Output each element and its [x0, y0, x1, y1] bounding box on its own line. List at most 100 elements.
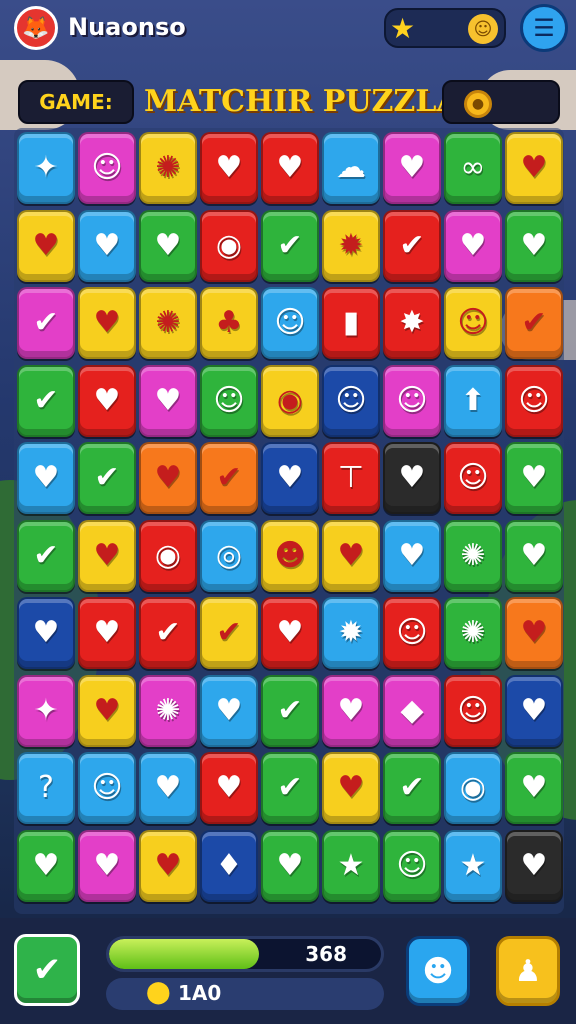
board-tile[interactable]: ♥: [505, 442, 563, 514]
board-tile[interactable]: ♥: [139, 829, 197, 902]
tile-symbol-icon: ♥: [154, 382, 182, 418]
board-tile[interactable]: ✔: [17, 287, 75, 359]
board-tile[interactable]: ♥: [505, 519, 563, 592]
board-tile[interactable]: ☺: [78, 752, 136, 824]
confirm-button[interactable]: ✔: [14, 934, 80, 1006]
board-tile[interactable]: ✔: [383, 752, 441, 824]
board-tile[interactable]: ♥: [261, 597, 319, 669]
board-tile[interactable]: ☁: [322, 132, 380, 204]
board-tile[interactable]: ✔: [17, 364, 75, 437]
board-tile[interactable]: ✔: [78, 442, 136, 514]
board-tile[interactable]: ♥: [139, 752, 197, 824]
board-tile[interactable]: ✺: [444, 597, 502, 669]
board-tile[interactable]: ♥: [78, 209, 136, 282]
board-tile[interactable]: ✔: [261, 674, 319, 747]
rewards-pill[interactable]: ★ ☺: [384, 8, 506, 48]
board-tile[interactable]: ♥: [78, 597, 136, 669]
board-tile[interactable]: ◎: [200, 519, 258, 592]
board-tile[interactable]: ♥: [139, 442, 197, 514]
board-tile[interactable]: ♥: [78, 287, 136, 359]
board-tile[interactable]: ⊤: [322, 442, 380, 514]
board-tile[interactable]: ✹: [322, 209, 380, 282]
board-tile[interactable]: ♥: [17, 442, 75, 514]
board-tile[interactable]: ✹: [322, 597, 380, 669]
board-tile[interactable]: ♥: [200, 752, 258, 824]
board-tile[interactable]: ✔: [505, 287, 563, 359]
coin-box[interactable]: ●: [442, 80, 560, 124]
board-tile[interactable]: ✔: [261, 209, 319, 282]
board-tile[interactable]: ☺: [383, 364, 441, 437]
profile-button[interactable]: ♟: [496, 936, 560, 1006]
board-tile[interactable]: ♥: [261, 829, 319, 902]
board-tile[interactable]: ☺: [505, 364, 563, 437]
board-tile[interactable]: ✔: [200, 597, 258, 669]
board-tile[interactable]: ♥: [17, 597, 75, 669]
board-tile[interactable]: ♥: [78, 364, 136, 437]
board-tile[interactable]: ✔: [261, 752, 319, 824]
board-tile[interactable]: ✸: [383, 287, 441, 359]
board-tile[interactable]: ✔: [383, 209, 441, 282]
board-tile[interactable]: ♥: [505, 752, 563, 824]
board-tile[interactable]: ☺: [322, 364, 380, 437]
board-tile[interactable]: ♥: [505, 674, 563, 747]
board-tile[interactable]: ♥: [139, 209, 197, 282]
board-tile[interactable]: ☺: [383, 597, 441, 669]
board-tile[interactable]: ♥: [322, 752, 380, 824]
board-tile[interactable]: ♥: [505, 597, 563, 669]
board-tile[interactable]: ✺: [139, 674, 197, 747]
board-tile[interactable]: ♥: [78, 829, 136, 902]
board-tile[interactable]: ✔: [17, 519, 75, 592]
board-tile[interactable]: ♥: [200, 132, 258, 204]
board-tile[interactable]: ♥: [261, 442, 319, 514]
chat-button[interactable]: ☻: [406, 936, 470, 1006]
menu-button[interactable]: ☰: [520, 4, 568, 52]
board-tile[interactable]: ✺: [139, 132, 197, 204]
tile-symbol-icon: ♥: [215, 692, 243, 728]
board-tile[interactable]: ?: [17, 752, 75, 824]
board-tile[interactable]: ☺: [200, 364, 258, 437]
board-tile[interactable]: ☺: [78, 132, 136, 204]
board-tile[interactable]: ♥: [322, 519, 380, 592]
board-tile[interactable]: ♣: [200, 287, 258, 359]
board-tile[interactable]: ♥: [17, 209, 75, 282]
board-tile[interactable]: ☺: [444, 674, 502, 747]
board-tile[interactable]: ♥: [78, 674, 136, 747]
board-tile[interactable]: ◉: [261, 364, 319, 437]
board-tile[interactable]: ✔: [139, 597, 197, 669]
board-tile[interactable]: ✺: [444, 519, 502, 592]
board-tile[interactable]: ♥: [200, 674, 258, 747]
board-tile[interactable]: ◉: [139, 519, 197, 592]
board-tile[interactable]: ♥: [322, 674, 380, 747]
board-tile[interactable]: ✔: [200, 442, 258, 514]
board-tile[interactable]: ☺: [444, 287, 502, 359]
board-tile[interactable]: ⬆: [444, 364, 502, 437]
board-tile[interactable]: ♥: [444, 209, 502, 282]
board-tile[interactable]: ✦: [17, 132, 75, 204]
board-tile[interactable]: ♥: [139, 364, 197, 437]
board-tile[interactable]: ♦: [200, 829, 258, 902]
board-tile[interactable]: ▮: [322, 287, 380, 359]
tile-symbol-icon: ☺: [91, 150, 123, 185]
board-tile[interactable]: ◆: [383, 674, 441, 747]
board-tile[interactable]: ♥: [505, 132, 563, 204]
board-tile[interactable]: ★: [322, 829, 380, 902]
board-tile[interactable]: ☺: [444, 442, 502, 514]
board-tile[interactable]: ♥: [17, 829, 75, 902]
board-tile[interactable]: ♥: [383, 519, 441, 592]
fox-icon[interactable]: 🦊: [14, 6, 58, 50]
board-tile[interactable]: ♥: [383, 442, 441, 514]
board-tile[interactable]: ♥: [383, 132, 441, 204]
board-tile[interactable]: ◉: [200, 209, 258, 282]
board-tile[interactable]: ♥: [78, 519, 136, 592]
board-tile[interactable]: ∞: [444, 132, 502, 204]
board-tile[interactable]: ★: [444, 829, 502, 902]
board-tile[interactable]: ☺: [261, 287, 319, 359]
board-tile[interactable]: ◉: [444, 752, 502, 824]
board-tile[interactable]: ✺: [139, 287, 197, 359]
board-tile[interactable]: ♥: [505, 209, 563, 282]
board-tile[interactable]: ☺: [383, 829, 441, 902]
board-tile[interactable]: ♥: [505, 829, 563, 902]
board-tile[interactable]: ✦: [17, 674, 75, 747]
board-tile[interactable]: ♥: [261, 132, 319, 204]
board-tile[interactable]: ☻: [261, 519, 319, 592]
